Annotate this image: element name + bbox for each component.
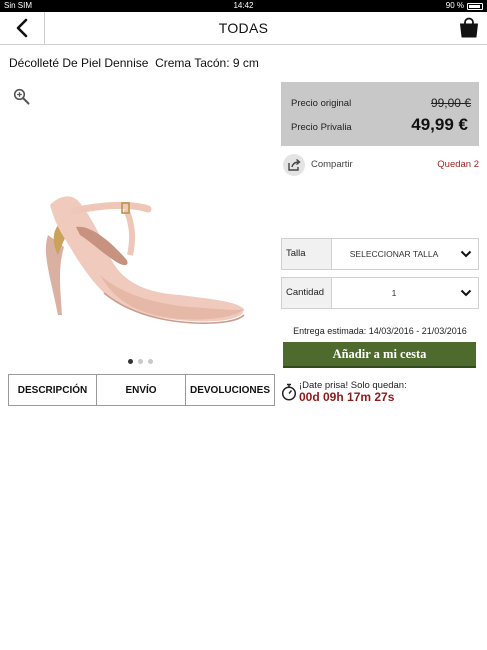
share-row: Compartir Quedan 2 (281, 153, 479, 177)
carousel-dot[interactable] (147, 359, 153, 364)
time-left: 00d 09h 17m 27s (299, 390, 395, 404)
tab-descripcion[interactable]: DESCRIPCIÓN (9, 375, 97, 405)
tab-devoluciones[interactable]: DEVOLUCIONES (186, 375, 274, 405)
page-title: TODAS (218, 20, 269, 36)
size-select[interactable]: Talla SELECCIONAR TALLA (281, 238, 479, 270)
chevron-down-icon (460, 289, 472, 297)
share-icon (288, 158, 301, 171)
battery-icon (467, 2, 483, 10)
privalia-price-label: Precio Privalia (291, 122, 352, 133)
nav-bar: TODAS (0, 12, 487, 45)
quantity-label: Cantidad (282, 278, 332, 308)
zoom-in-icon (13, 88, 30, 105)
original-price-label: Precio original (291, 98, 352, 109)
privalia-price-value: 49,99 € (411, 115, 468, 134)
status-bar: Sin SIM 14:42 90 % (0, 0, 487, 12)
quantity-value[interactable]: 1 (332, 278, 456, 308)
share-button[interactable] (283, 154, 305, 176)
price-box: Precio original 99,00 € Precio Privalia … (281, 82, 479, 146)
product-title: Décolleté De Piel Dennise Crema Tacón: 9… (9, 56, 259, 70)
quantity-select[interactable]: Cantidad 1 (281, 277, 479, 309)
zoom-button[interactable] (13, 88, 30, 105)
original-price-value: 99,00 € (430, 96, 471, 110)
shopping-bag-icon (460, 17, 478, 38)
cart-button[interactable] (457, 16, 481, 40)
carousel-dots[interactable] (0, 359, 280, 364)
stock-remaining: Quedan 2 (437, 159, 479, 170)
clock: 14:42 (233, 1, 254, 10)
size-label: Talla (282, 239, 332, 269)
share-label[interactable]: Compartir (311, 159, 353, 170)
size-value[interactable]: SELECCIONAR TALLA (332, 239, 456, 269)
stopwatch-icon (281, 383, 297, 401)
delivery-estimate: Entrega estimada: 14/03/2016 - 21/03/201… (293, 326, 467, 336)
battery-percent: 90 % (445, 1, 464, 10)
product-image[interactable] (30, 175, 250, 335)
chevron-down-icon (460, 250, 472, 258)
tab-envio[interactable]: ENVÍO (97, 375, 186, 405)
add-to-cart-button[interactable]: Añadir a mi cesta (283, 342, 476, 368)
info-tabs: DESCRIPCIÓN ENVÍO DEVOLUCIONES (8, 374, 275, 406)
countdown: ¡Date prisa! Solo quedan: 00d 09h 17m 27… (281, 379, 479, 405)
carousel-dot[interactable] (137, 359, 143, 364)
carousel-dot[interactable] (127, 359, 133, 364)
battery-status: 90 % (446, 0, 483, 12)
